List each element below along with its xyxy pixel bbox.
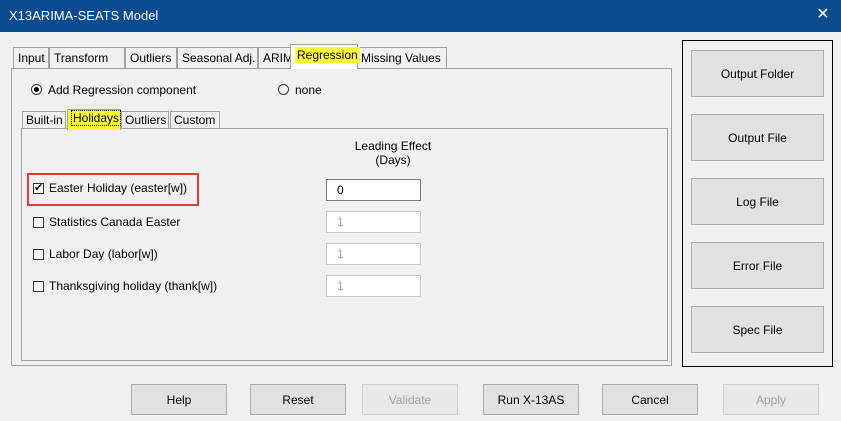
validate-button: Validate	[362, 384, 458, 415]
header-line-2: (Days)	[375, 153, 411, 167]
holiday-label: Easter Holiday (easter[w])	[49, 181, 188, 195]
subtab-label: Built-in	[26, 113, 63, 127]
easter-leading-effect-input[interactable]	[326, 179, 421, 201]
tab-missing-values[interactable]: Missing Values	[356, 47, 447, 69]
radio-selected-icon[interactable]	[31, 84, 42, 95]
tab-seasonal-adj[interactable]: Seasonal Adj.	[177, 47, 258, 69]
checkbox-unchecked-icon[interactable]	[33, 249, 44, 260]
add-regression-option[interactable]: Add Regression component	[31, 83, 196, 97]
checkbox-checked-icon[interactable]	[33, 181, 44, 195]
cancel-button[interactable]: Cancel	[602, 384, 698, 415]
tab-label: Outliers	[130, 51, 172, 65]
header-line-1: Leading Effect	[354, 139, 432, 153]
labor-day-leading-effect-input	[326, 243, 421, 265]
subtab-label: Custom	[174, 113, 216, 127]
error-file-button[interactable]: Error File	[691, 242, 824, 289]
tab-outliers[interactable]: Outliers	[125, 47, 177, 69]
tab-label: Missing Values	[361, 51, 441, 65]
checkbox-unchecked-icon[interactable]	[33, 217, 44, 228]
tab-label: Input	[18, 51, 45, 65]
holiday-row-labor-day[interactable]: Labor Day (labor[w])	[33, 247, 158, 267]
apply-button: Apply	[723, 384, 819, 415]
tab-input[interactable]: Input	[13, 47, 49, 69]
spec-file-button[interactable]: Spec File	[691, 306, 824, 353]
add-regression-label: Add Regression component	[48, 83, 197, 97]
help-button[interactable]: Help	[131, 384, 227, 415]
holidays-panel: Leading Effect (Days) Easter Holiday (ea…	[21, 128, 668, 361]
holiday-label: Statistics Canada Easter	[49, 215, 181, 229]
output-file-button[interactable]: Output File	[691, 114, 824, 161]
subtab-label: Outliers	[125, 113, 167, 127]
holiday-row-statcan-easter[interactable]: Statistics Canada Easter	[33, 215, 180, 235]
holiday-row-thanksgiving[interactable]: Thanksgiving holiday (thank[w])	[33, 279, 217, 299]
subtab-custom[interactable]: Custom	[170, 111, 220, 129]
close-icon[interactable]: ✕	[813, 5, 833, 25]
log-file-button[interactable]: Log File	[691, 178, 824, 225]
holiday-label: Labor Day (labor[w])	[49, 247, 158, 261]
subtab-label: Holidays	[71, 110, 122, 126]
leading-effect-header: Leading Effect (Days)	[340, 139, 446, 167]
tab-label: Transform	[54, 51, 109, 65]
subtab-holidays[interactable]: Holidays	[67, 109, 122, 130]
reset-button[interactable]: Reset	[250, 384, 346, 415]
output-folder-button[interactable]: Output Folder	[691, 50, 824, 97]
tab-transform[interactable]: Transform	[49, 47, 125, 69]
subtab-built-in[interactable]: Built-in	[22, 111, 66, 129]
tab-regression[interactable]: Regression	[290, 44, 360, 69]
holiday-label: Thanksgiving holiday (thank[w])	[49, 279, 218, 293]
none-label: none	[295, 83, 322, 97]
none-option[interactable]: none	[278, 83, 322, 97]
statcan-easter-leading-effect-input	[326, 211, 421, 233]
output-files-group: Output Folder Output File Log File Error…	[682, 40, 833, 367]
tab-label: Seasonal Adj.	[182, 51, 256, 65]
checkbox-unchecked-icon[interactable]	[33, 281, 44, 292]
title-bar: X13ARIMA-SEATS Model ✕	[0, 0, 841, 32]
window-title: X13ARIMA-SEATS Model	[9, 8, 159, 23]
tab-label: Regression	[295, 47, 360, 63]
holiday-row-easter[interactable]: Easter Holiday (easter[w])	[33, 181, 187, 201]
subtab-outliers[interactable]: Outliers	[121, 111, 169, 129]
run-x13as-button[interactable]: Run X-13AS	[483, 384, 579, 415]
radio-unselected-icon[interactable]	[278, 84, 289, 95]
thanksgiving-leading-effect-input	[326, 275, 421, 297]
